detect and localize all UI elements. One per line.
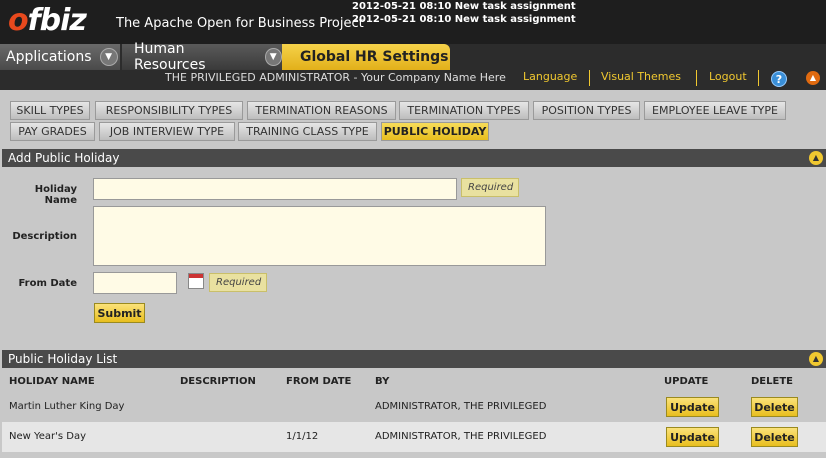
human-resources-label: Human Resources bbox=[134, 41, 206, 73]
notification-item[interactable]: 2012-05-21 08:10 New task assignment bbox=[352, 0, 576, 13]
tab-position-types[interactable]: POSITION TYPES bbox=[533, 101, 640, 120]
calendar-icon[interactable] bbox=[188, 273, 204, 289]
panel-title: Add Public Holiday bbox=[8, 151, 120, 165]
chevron-down-icon[interactable]: ▼ bbox=[264, 48, 282, 66]
user-bar: THE PRIVILEGED ADMINISTRATOR - Your Comp… bbox=[0, 70, 826, 90]
divider bbox=[758, 70, 759, 86]
update-button[interactable]: Update bbox=[666, 427, 719, 447]
submit-button[interactable]: Submit bbox=[94, 303, 145, 323]
tab-termination-reasons[interactable]: TERMINATION REASONS bbox=[247, 101, 396, 120]
visual-themes-link[interactable]: Visual Themes bbox=[601, 70, 681, 83]
chevron-down-icon[interactable]: ▼ bbox=[99, 48, 118, 66]
global-hr-settings-tab[interactable]: Global HR Settings bbox=[282, 44, 450, 70]
applications-menu[interactable]: Applications ▼ bbox=[0, 44, 120, 70]
from-date-input[interactable] bbox=[93, 272, 177, 294]
applications-label: Applications bbox=[6, 49, 92, 65]
panel-title: Public Holiday List bbox=[8, 352, 118, 366]
table-row: Martin Luther King Day ADMINISTRATOR, TH… bbox=[2, 392, 826, 422]
table-row: New Year's Day 1/1/12 ADMINISTRATOR, THE… bbox=[2, 422, 826, 452]
notifications: 2012-05-21 08:10 New task assignment 201… bbox=[352, 0, 576, 26]
by-cell: ADMINISTRATOR, THE PRIVILEGED bbox=[375, 431, 547, 442]
app-tab-bar: Applications ▼ Human Resources ▼ Global … bbox=[0, 41, 826, 73]
column-header: HOLIDAY NAME bbox=[9, 376, 95, 387]
by-cell: ADMINISTRATOR, THE PRIVILEGED bbox=[375, 401, 547, 412]
language-link[interactable]: Language bbox=[523, 70, 577, 83]
tab-training-class-type[interactable]: TRAINING CLASS TYPE bbox=[238, 122, 377, 141]
tab-termination-types[interactable]: TERMINATION TYPES bbox=[399, 101, 529, 120]
tab-public-holiday[interactable]: PUBLIC HOLIDAY bbox=[381, 122, 489, 141]
divider bbox=[589, 70, 590, 86]
help-icon[interactable]: ? bbox=[771, 71, 787, 87]
column-header: DESCRIPTION bbox=[180, 376, 256, 387]
description-label: Description bbox=[12, 231, 77, 242]
human-resources-menu[interactable]: Human Resources ▼ bbox=[122, 41, 282, 73]
column-header: BY bbox=[375, 376, 390, 387]
user-info: THE PRIVILEGED ADMINISTRATOR - Your Comp… bbox=[165, 71, 506, 84]
column-header: UPDATE bbox=[664, 376, 709, 387]
holiday-name-label: Holiday Name bbox=[34, 184, 77, 206]
holiday-name-cell: New Year's Day bbox=[9, 431, 87, 442]
hr-settings-subtabs: SKILL TYPES RESPONSIBILITY TYPES TERMINA… bbox=[0, 90, 826, 144]
tab-job-interview-type[interactable]: JOB INTERVIEW TYPE bbox=[99, 122, 235, 141]
tagline: The Apache Open for Business Project bbox=[116, 16, 364, 31]
divider bbox=[696, 70, 697, 86]
delete-button[interactable]: Delete bbox=[751, 427, 798, 447]
collapse-icon[interactable]: ▲ bbox=[809, 352, 823, 366]
table-header: HOLIDAY NAME DESCRIPTION FROM DATE BY UP… bbox=[2, 374, 826, 390]
public-holiday-list-header: Public Holiday List ▲ bbox=[2, 350, 826, 368]
column-header: FROM DATE bbox=[286, 376, 352, 387]
tab-employee-leave-type[interactable]: EMPLOYEE LEAVE TYPE bbox=[644, 101, 786, 120]
delete-button[interactable]: Delete bbox=[751, 397, 798, 417]
required-badge: Required bbox=[461, 178, 519, 197]
required-badge: Required bbox=[209, 273, 267, 292]
description-textarea[interactable] bbox=[93, 206, 546, 266]
collapse-icon[interactable]: ▲ bbox=[809, 151, 823, 165]
holiday-name-cell: Martin Luther King Day bbox=[9, 401, 125, 412]
page: o fbiz The Apache Open for Business Proje… bbox=[0, 0, 826, 458]
holiday-name-input[interactable] bbox=[93, 178, 457, 200]
logout-link[interactable]: Logout bbox=[709, 70, 747, 83]
tab-pay-grades[interactable]: PAY GRADES bbox=[10, 122, 95, 141]
collapse-header-icon[interactable]: ▲ bbox=[806, 71, 820, 85]
header: o fbiz The Apache Open for Business Proje… bbox=[0, 0, 826, 44]
from-date-label: From Date bbox=[18, 278, 77, 289]
ofbiz-logo[interactable]: o fbiz bbox=[8, 2, 87, 38]
tab-responsibility-types[interactable]: RESPONSIBILITY TYPES bbox=[95, 101, 243, 120]
add-public-holiday-header: Add Public Holiday ▲ bbox=[2, 149, 826, 167]
column-header: DELETE bbox=[751, 376, 793, 387]
update-button[interactable]: Update bbox=[666, 397, 719, 417]
from-date-cell: 1/1/12 bbox=[286, 431, 319, 442]
notification-item[interactable]: 2012-05-21 08:10 New task assignment bbox=[352, 13, 576, 26]
tab-skill-types[interactable]: SKILL TYPES bbox=[10, 101, 90, 120]
